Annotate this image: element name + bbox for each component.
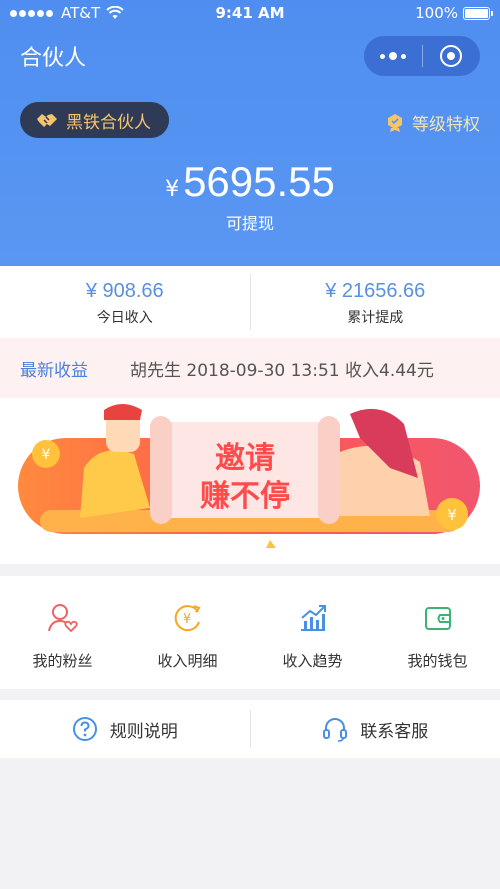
menu-item-fans[interactable]: 我的粉丝 xyxy=(0,576,125,689)
battery-percent: 100% xyxy=(415,4,458,22)
menu-label-income-detail: 收入明细 xyxy=(157,652,218,670)
rules-label: 规则说明 xyxy=(109,721,178,742)
function-menu: 我的粉丝 ¥ 收入明细 收入趋势 我的钱包 xyxy=(0,576,500,689)
customer-service-label: 联系客服 xyxy=(360,721,429,742)
menu-label-wallet: 我的钱包 xyxy=(407,652,468,670)
balance-value: 5695.55 xyxy=(183,158,335,205)
rules-button[interactable]: 规则说明 xyxy=(0,700,250,758)
menu-item-income-detail[interactable]: ¥ 收入明细 xyxy=(125,576,250,689)
today-income-label: 今日收入 xyxy=(96,310,153,326)
battery-icon xyxy=(463,6,493,20)
wallet-icon xyxy=(424,607,451,630)
question-icon xyxy=(72,717,97,741)
page-title: 合伙人 xyxy=(20,46,87,71)
privilege-label: 等级特权 xyxy=(412,115,480,135)
menu-label-income-trend: 收入趋势 xyxy=(282,652,343,670)
recent-earnings-title: 最新收益 xyxy=(20,360,88,381)
level-privilege-link[interactable]: 等级特权 xyxy=(386,110,480,135)
badge-label: 黑铁合伙人 xyxy=(66,112,151,133)
balance-amount: ¥5695.55 xyxy=(0,158,500,206)
help-bar: 规则说明 联系客服 xyxy=(0,700,500,758)
withdrawable-caption: 可提现 xyxy=(225,214,274,233)
more-button[interactable] xyxy=(364,52,422,60)
recent-earnings-content: 胡先生 2018-09-30 13:51 收入4.44元 xyxy=(130,360,434,381)
menu-item-wallet[interactable]: 我的钱包 xyxy=(375,576,500,689)
total-commission-label: 累计提成 xyxy=(347,310,404,326)
status-right: 100% xyxy=(415,4,493,22)
income-detail-icon: ¥ xyxy=(174,605,201,632)
header: AT&T 9:41 AM 100% 合伙人 黑铁合伙人 等级特权 ¥5695.5… xyxy=(0,0,500,266)
status-bar: AT&T 9:41 AM 100% xyxy=(0,0,500,27)
menu-item-income-trend[interactable]: 收入趋势 xyxy=(250,576,375,689)
today-income: ¥ 908.66 今日收入 xyxy=(0,266,250,338)
currency-symbol: ¥ xyxy=(165,177,180,202)
mini-program-capsule xyxy=(364,36,480,76)
svg-text:¥: ¥ xyxy=(447,506,457,524)
close-ring-icon xyxy=(440,45,463,67)
headset-icon xyxy=(323,718,348,742)
trend-chart-icon xyxy=(300,605,326,631)
recent-earnings-ticker: 最新收益 胡先生 2018-09-30 13:51 收入4.44元 xyxy=(0,338,500,398)
banner-line2: 赚不停 xyxy=(200,479,290,514)
invite-banner-illustration: ¥ ¥ 邀请 赚不停 xyxy=(18,404,480,548)
total-commission: ¥ 21656.66 累计提成 xyxy=(251,266,500,338)
medal-icon xyxy=(388,113,402,132)
svg-text:¥: ¥ xyxy=(42,447,51,463)
total-commission-value: ¥ 21656.66 xyxy=(325,280,426,302)
fans-icon xyxy=(47,604,78,633)
customer-service-button[interactable]: 联系客服 xyxy=(251,700,500,758)
close-button[interactable] xyxy=(423,45,481,67)
today-income-value: ¥ 908.66 xyxy=(85,280,164,302)
banner-line1: 邀请 xyxy=(215,441,275,476)
menu-label-fans: 我的粉丝 xyxy=(32,652,93,670)
income-stats: ¥ 908.66 今日收入 ¥ 21656.66 累计提成 xyxy=(0,266,500,338)
svg-text:¥: ¥ xyxy=(182,612,190,627)
level-badge[interactable]: 黑铁合伙人 xyxy=(20,102,169,138)
handshake-icon xyxy=(37,114,57,127)
invite-banner[interactable]: ¥ ¥ 邀请 赚不停 xyxy=(0,398,500,564)
